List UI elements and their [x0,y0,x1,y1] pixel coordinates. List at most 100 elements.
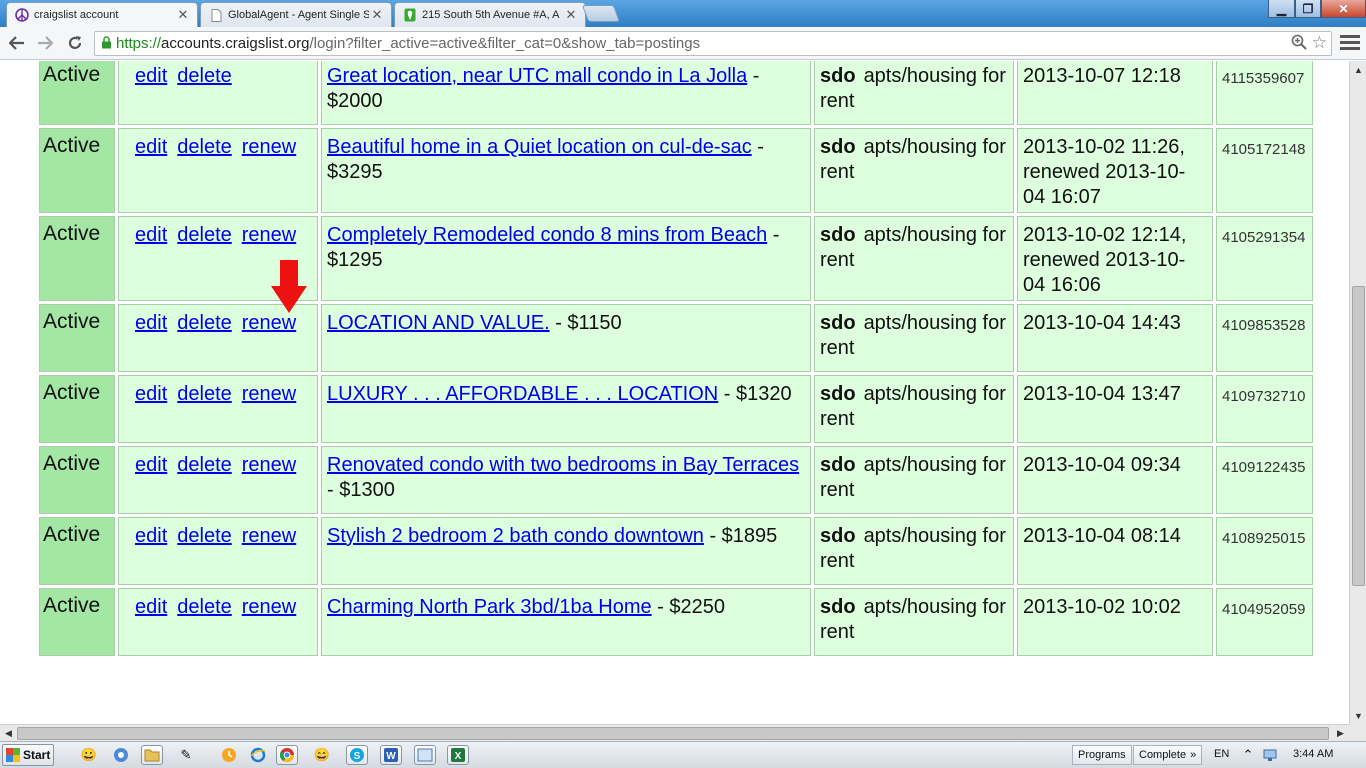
delete-link[interactable]: delete [177,136,232,158]
renew-link[interactable]: renew [242,525,296,547]
posting-price: - $1300 [327,479,395,501]
tab-globalagent[interactable]: GlobalAgent - Agent Single S ✕ [200,2,392,27]
edit-link[interactable]: edit [135,136,167,158]
posting-title-link[interactable]: Great location, near UTC mall condo in L… [327,65,747,87]
area-category-cell: sdo apts/housing for rent [814,304,1014,372]
show-hidden-icons-icon[interactable]: ⌃ [1240,745,1256,765]
posting-title-link[interactable]: Beautiful home in a Quiet location on cu… [327,136,752,158]
scroll-thumb[interactable] [17,727,1329,740]
renew-link[interactable]: renew [242,136,296,158]
network-icon[interactable] [1261,745,1279,765]
area-code: sdo [820,525,856,547]
close-icon[interactable]: ✕ [175,7,191,23]
delete-link[interactable]: delete [177,383,232,405]
status-cell: Active [39,517,115,585]
table-row: Active edit delete Great location, near UTC… [39,61,1313,125]
delete-link[interactable]: delete [177,224,232,246]
tab-strip: craigslist account ✕ GlobalAgent - Agent… [0,0,1366,27]
renew-link[interactable]: renew [242,312,296,334]
scroll-up-arrow-icon[interactable]: ▲ [1350,61,1366,78]
forward-button[interactable] [32,31,58,55]
start-label: Start [23,748,51,762]
area-category-cell: sdo apts/housing for rent [814,128,1014,213]
programs-toolbar[interactable]: Programs [1072,745,1132,765]
delete-link[interactable]: delete [177,596,232,618]
app-window-icon[interactable] [414,745,436,765]
delete-link[interactable]: delete [177,312,232,334]
close-window-button[interactable]: ✕ [1321,0,1366,18]
internet-explorer-icon[interactable] [247,745,269,765]
tab-title: craigslist account [34,9,119,21]
posting-title-link[interactable]: Renovated condo with two bedrooms in Bay… [327,454,799,476]
posting-id-cell: 4109122435 [1216,446,1313,514]
internet-app-icon[interactable] [110,745,132,765]
skype-icon[interactable]: S [346,745,368,765]
complete-toolbar[interactable]: Complete » [1133,745,1203,765]
renew-link[interactable]: renew [242,383,296,405]
posting-title-link[interactable]: Completely Remodeled condo 8 mins from B… [327,224,767,246]
scroll-down-arrow-icon[interactable]: ▼ [1350,707,1366,724]
zoom-icon[interactable] [1291,34,1307,54]
language-indicator[interactable]: EN [1214,748,1229,760]
browser-toolbar: https://accounts.craigslist.org/login?fi… [0,27,1366,60]
delete-link[interactable]: delete [177,454,232,476]
scroll-left-arrow-icon[interactable]: ◀ [0,725,17,742]
bookmark-star-icon[interactable]: ☆ [1312,33,1327,53]
scroll-right-arrow-icon[interactable]: ▶ [1332,725,1349,742]
chrome-menu-icon[interactable] [1340,35,1360,53]
vertical-scrollbar[interactable]: ▲ ▼ [1349,61,1366,724]
edit-link[interactable]: edit [135,312,167,334]
renew-link[interactable]: renew [242,224,296,246]
table-row: Active edit delete renew Beautiful home in a… [39,128,1313,213]
edit-link[interactable]: edit [135,383,167,405]
posting-title-link[interactable]: LOCATION AND VALUE. [327,312,550,334]
new-tab-button[interactable] [581,5,621,22]
system-clock[interactable]: 3:44 AM [1293,748,1333,760]
edit-link[interactable]: edit [135,224,167,246]
edit-link[interactable]: edit [135,65,167,87]
posting-title-link[interactable]: LUXURY . . . AFFORDABLE . . . LOCATION [327,383,718,405]
smiley-app-icon[interactable]: 😄 [311,745,333,765]
pen-app-icon[interactable]: ✎ [175,745,197,765]
posting-id-cell: 4115359607 [1216,61,1313,125]
renew-link[interactable]: renew [242,454,296,476]
clock-app-icon[interactable] [218,745,240,765]
posting-title-link[interactable]: Charming North Park 3bd/1ba Home [327,596,652,618]
address-bar[interactable]: https://accounts.craigslist.org/login?fi… [94,31,1332,56]
excel-icon[interactable]: X [447,745,469,765]
posting-id-cell: 4109732710 [1216,375,1313,443]
close-icon[interactable]: ✕ [563,7,579,23]
maximize-button[interactable]: ❐ [1295,0,1321,18]
edit-link[interactable]: edit [135,454,167,476]
smiley-app-icon[interactable]: 😀 [78,745,100,765]
edit-link[interactable]: edit [135,596,167,618]
reload-button[interactable] [62,31,88,55]
posting-id-cell: 4105172148 [1216,128,1313,213]
area-code: sdo [820,136,856,158]
renew-link[interactable]: renew [242,596,296,618]
status-cell: Active [39,61,115,125]
word-icon[interactable]: W [380,745,402,765]
tab-craigslist-account[interactable]: craigslist account ✕ [6,2,198,27]
chrome-taskbar-icon[interactable] [276,745,298,765]
date-cell: 2013-10-02 12:14, renewed 2013-10-04 16:… [1017,216,1213,301]
minimize-button[interactable]: ▁ [1268,0,1295,18]
url-host: accounts.craigslist.org [161,35,310,52]
tab-215-south-5th[interactable]: 215 South 5th Avenue #A, A ✕ [394,2,586,27]
posting-price: - $1320 [718,383,792,405]
file-manager-icon[interactable] [141,745,163,765]
posting-id-cell: 4104952059 [1216,588,1313,656]
status-cell: Active [39,375,115,443]
status-cell: Active [39,588,115,656]
start-button[interactable]: Start [2,744,54,766]
back-button[interactable] [4,31,30,55]
area-code: sdo [820,65,856,87]
delete-link[interactable]: delete [177,65,232,87]
posting-title-link[interactable]: Stylish 2 bedroom 2 bath condo downtown [327,525,704,547]
delete-link[interactable]: delete [177,525,232,547]
edit-link[interactable]: edit [135,525,167,547]
horizontal-scrollbar[interactable]: ◀ ▶ [0,724,1349,741]
close-icon[interactable]: ✕ [369,7,385,23]
scroll-thumb[interactable] [1352,286,1365,586]
actions-cell: edit delete renew [118,446,318,514]
